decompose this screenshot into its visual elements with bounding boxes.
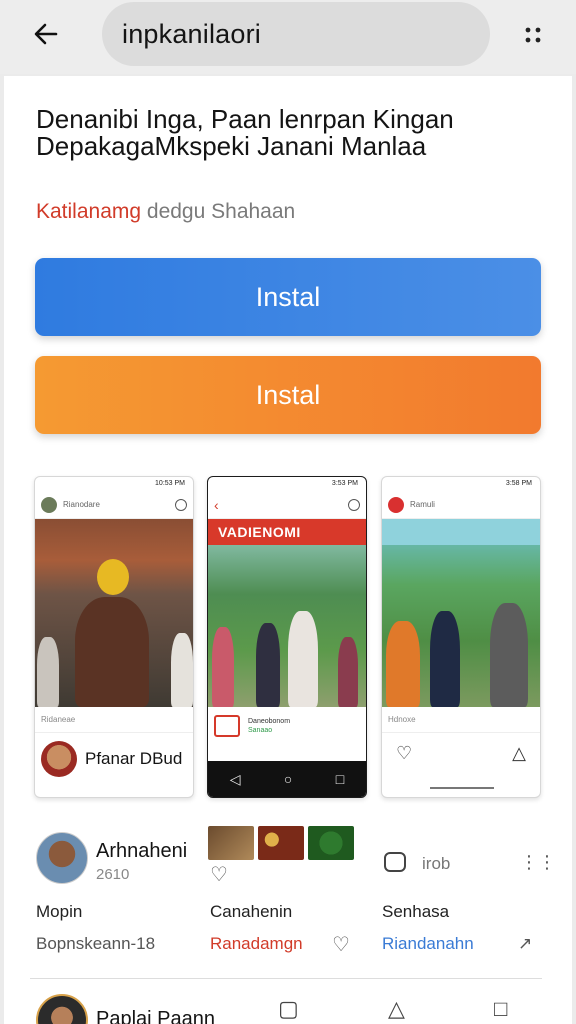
person-figure [386, 621, 420, 707]
screenshot-footer: Pfanar DBud [35, 733, 193, 785]
review-label: Senhasa [382, 902, 450, 921]
nav-home-icon[interactable]: ○ [284, 771, 292, 787]
share-icon[interactable]: △ [388, 996, 405, 1022]
screenshot-header-title: Rianodare [63, 500, 100, 509]
status-bar-time: 3:53 PM [331, 480, 358, 487]
screenshot-1[interactable]: 10:53 PM Rianodare Ridaneae Pfanar DBud [34, 476, 194, 798]
screenshot-photo: VADIENOMI [208, 519, 366, 707]
square-icon[interactable]: ▢ [278, 996, 299, 1022]
avatar [41, 496, 57, 513]
share-icon[interactable]: △ [512, 743, 526, 764]
info-icon [175, 498, 187, 511]
review-author[interactable]: Paplai Paann [96, 1008, 215, 1024]
install-button-secondary[interactable]: Instal [35, 356, 541, 434]
person-figure [430, 611, 460, 707]
screenshot-footer-name: Pfanar DBud [85, 749, 183, 768]
screenshot-photo [35, 519, 193, 707]
app-subtitle: Katilanamg dedgu Shahaan [36, 200, 295, 224]
review-label: Canahenin [210, 902, 293, 921]
heart-icon[interactable]: ♡ [332, 932, 350, 957]
arrow-left-icon [34, 23, 58, 45]
screenshot-caption: Ridaneae [35, 707, 193, 733]
screenshot-caption: Hdnoxe [382, 707, 540, 733]
divider [30, 978, 542, 979]
review-value-link[interactable]: Ranadamgn [210, 934, 303, 954]
avatar[interactable] [36, 994, 88, 1024]
home-indicator [430, 787, 494, 789]
screenshot-actions: ♡ △ [382, 733, 540, 774]
review-author[interactable]: Arhnaheni [96, 840, 187, 863]
review-photos[interactable] [208, 826, 354, 860]
avatar[interactable] [36, 832, 88, 884]
review-photo[interactable] [258, 826, 304, 860]
arrow-icon[interactable]: ↗ [518, 934, 532, 954]
more-dots-icon [525, 27, 541, 43]
app-mini-subtitle: Sanaao [248, 727, 273, 734]
review-meta: 2610 [96, 866, 130, 883]
back-button[interactable] [26, 14, 66, 54]
app-mini-info: Daneobonom Sanaao [248, 717, 290, 735]
status-bar-time: 3:58 PM [505, 480, 532, 487]
top-banner [382, 519, 540, 545]
screenshot-carousel[interactable]: 10:53 PM Rianodare Ridaneae Pfanar DBud … [34, 476, 544, 798]
app-mini-card: Daneobonom Sanaao [208, 707, 366, 745]
more-dots-icon[interactable]: ⋮⋮ [520, 852, 556, 873]
person-figure [75, 597, 149, 707]
app-mini-title: Daneobonom [248, 718, 291, 725]
person-figure [256, 623, 280, 707]
screenshot-3[interactable]: 3:58 PM Ramuli Hdnoxe ♡ △ [381, 476, 541, 798]
status-bar-time: 10:53 PM [155, 480, 185, 487]
search-field[interactable]: inpkanilaori [102, 2, 490, 66]
app-title: Denanibi Inga, Paan lenrpan Kingan Depak… [36, 104, 454, 161]
person-figure [37, 637, 59, 707]
review-value-link[interactable]: Riandanahn [382, 934, 474, 954]
chevron-left-icon: ‹ [214, 496, 219, 513]
review-values: Bopnskeann-18 Ranadamgn ♡ Riandanahn ↗ [4, 934, 572, 958]
screenshot-header-title: Ramuli [410, 500, 435, 509]
comment-icon[interactable]: □ [494, 996, 507, 1022]
promo-banner: VADIENOMI [208, 519, 366, 545]
heart-icon[interactable]: ♡ [210, 862, 228, 887]
avatar [41, 741, 77, 777]
heart-icon[interactable]: ♡ [396, 743, 412, 764]
screenshot-photo [382, 519, 540, 707]
review-photo[interactable] [308, 826, 354, 860]
review-header: Arhnaheni 2610 ♡ irob ⋮⋮ [4, 824, 572, 904]
person-figure [288, 611, 318, 707]
next-review: Paplai Paann ▢ △ □ [4, 988, 572, 1024]
person-figure [212, 627, 234, 707]
nav-recent-icon[interactable]: □ [336, 771, 344, 787]
screenshot-header: Rianodare [35, 491, 193, 519]
info-icon [348, 498, 360, 511]
app-logo-icon [388, 496, 404, 513]
chat-bubble-icon[interactable] [384, 852, 406, 872]
screenshot-header: ‹ [208, 491, 366, 519]
more-options-button[interactable] [516, 18, 550, 52]
developer-name[interactable]: Katilanamg [36, 200, 141, 223]
top-app-bar: inpkanilaori [0, 0, 576, 74]
person-figure [171, 633, 193, 707]
install-button-primary[interactable]: Instal [35, 258, 541, 336]
review-labels: Mopin Canahenin Senhasa [4, 902, 572, 926]
review-photo[interactable] [208, 826, 254, 860]
reply-label[interactable]: irob [422, 854, 450, 874]
person-head [97, 559, 129, 595]
person-figure [490, 603, 528, 707]
review-label: Mopin [36, 902, 83, 921]
app-logo-icon [214, 715, 240, 737]
person-figure [338, 637, 358, 707]
screenshot-header: Ramuli [382, 491, 540, 519]
review-value: Bopnskeann-18 [36, 934, 156, 953]
search-query: inpkanilaori [122, 18, 261, 49]
system-nav-bar: ◁ ○ □ [208, 761, 366, 797]
subtitle-rest: dedgu Shahaan [141, 200, 296, 223]
screenshot-2[interactable]: 3:53 PM ‹ VADIENOMI Daneobonom Sanaao ◁ … [207, 476, 367, 798]
nav-back-icon[interactable]: ◁ [230, 771, 241, 788]
